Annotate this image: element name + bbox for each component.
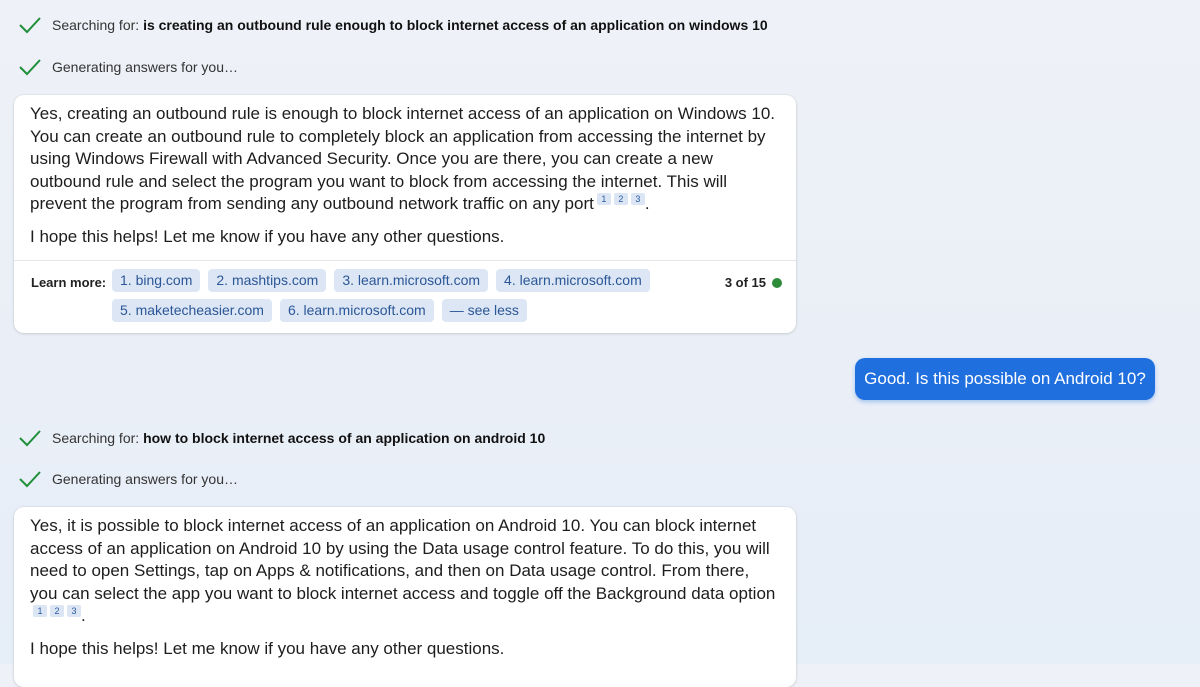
generating-text: Generating answers for you… bbox=[52, 471, 238, 487]
source-link-maketecheasier[interactable]: 5. maketecheasier.com bbox=[112, 299, 272, 322]
search-prefix: Searching for: bbox=[52, 430, 140, 446]
search-status: Searching for: is creating an outbound r… bbox=[18, 16, 768, 34]
status-dot-icon bbox=[772, 277, 782, 288]
checkmark-icon bbox=[19, 17, 41, 34]
search-query: is creating an outbound rule enough to b… bbox=[143, 17, 768, 33]
source-link-bing[interactable]: 1. bing.com bbox=[112, 269, 201, 292]
answer-text: Yes, creating an outbound rule is enough… bbox=[30, 104, 776, 213]
checkmark-icon bbox=[19, 430, 41, 447]
see-less-button[interactable]: — see less bbox=[441, 299, 527, 322]
citation-2[interactable]: 2 bbox=[50, 605, 64, 617]
response-counter: 3 of 15 bbox=[725, 275, 782, 290]
search-query: how to block internet access of an appli… bbox=[143, 430, 546, 446]
source-link-learn-microsoft-2[interactable]: 4. learn.microsoft.com bbox=[496, 269, 650, 292]
source-link-mashtips[interactable]: 2. mashtips.com bbox=[208, 269, 327, 292]
citation-2[interactable]: 2 bbox=[613, 193, 628, 205]
answer-card: Yes, it is possible to block internet ac… bbox=[14, 507, 796, 687]
closing-text: I hope this helps! Let me know if you ha… bbox=[30, 638, 505, 658]
checkmark-icon bbox=[19, 471, 41, 488]
search-prefix: Searching for: bbox=[52, 17, 140, 33]
closing-text: I hope this helps! Let me know if you ha… bbox=[30, 226, 505, 246]
generating-status: Generating answers for you… bbox=[18, 58, 238, 76]
user-message-bubble: Good. Is this possible on Android 10? bbox=[855, 358, 1155, 400]
learn-more-label: Learn more: bbox=[31, 275, 107, 290]
user-message-text: Good. Is this possible on Android 10? bbox=[864, 369, 1146, 388]
citation-3[interactable]: 3 bbox=[67, 605, 81, 617]
search-status: Searching for: how to block internet acc… bbox=[18, 429, 545, 447]
answer-card: Yes, creating an outbound rule is enough… bbox=[14, 95, 796, 333]
learn-more-section: Learn more: 1. bing.com 2. mashtips.com … bbox=[14, 260, 796, 332]
generating-status: Generating answers for you… bbox=[18, 470, 238, 488]
citation-1[interactable]: 1 bbox=[33, 605, 47, 617]
source-link-learn-microsoft-3[interactable]: 6. learn.microsoft.com bbox=[279, 299, 434, 322]
citation-3[interactable]: 3 bbox=[630, 193, 645, 205]
source-link-learn-microsoft-1[interactable]: 3. learn.microsoft.com bbox=[334, 269, 489, 292]
generating-text: Generating answers for you… bbox=[52, 59, 238, 75]
citation-1[interactable]: 1 bbox=[596, 193, 611, 205]
checkmark-icon bbox=[19, 59, 41, 76]
counter-text: 3 of 15 bbox=[724, 275, 766, 290]
answer-text: Yes, it is possible to block internet ac… bbox=[30, 516, 776, 625]
